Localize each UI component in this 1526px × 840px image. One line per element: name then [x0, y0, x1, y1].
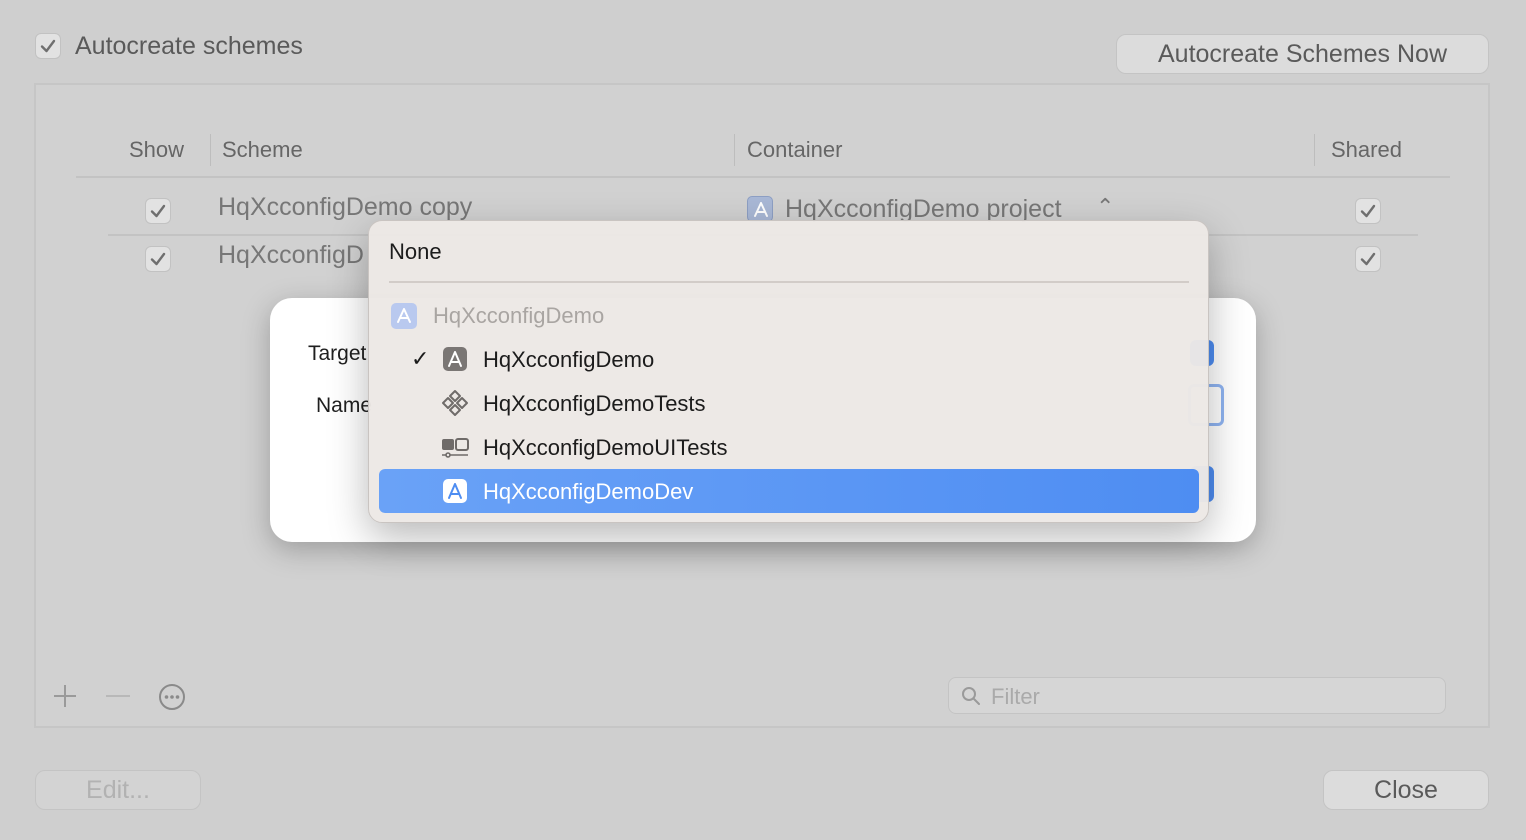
- row-show-checkbox[interactable]: [145, 198, 171, 224]
- search-icon: [962, 687, 980, 705]
- more-options-icon[interactable]: [158, 683, 186, 711]
- target-label: Target: [308, 342, 367, 365]
- add-icon[interactable]: [51, 682, 79, 710]
- column-header-scheme[interactable]: Scheme: [222, 137, 303, 163]
- row-show-checkbox[interactable]: [145, 246, 171, 272]
- project-icon: [747, 196, 773, 222]
- autocreate-label: Autocreate schemes: [75, 32, 303, 60]
- row-shared-checkbox[interactable]: [1355, 198, 1381, 224]
- menu-item-label: HqXcconfigDemo: [483, 347, 655, 372]
- app-target-icon: [441, 477, 469, 505]
- remove-icon[interactable]: [104, 682, 132, 710]
- filter-placeholder: Filter: [991, 684, 1040, 709]
- filter-field[interactable]: Filter: [948, 677, 1446, 714]
- menu-item-label: HqXcconfigDemoTests: [483, 391, 706, 416]
- column-separator: [734, 134, 735, 166]
- row-scheme-name[interactable]: HqXcconfigDemo copy: [218, 193, 472, 222]
- column-header-container[interactable]: Container: [747, 137, 842, 163]
- autocreate-now-button[interactable]: Autocreate Schemes Now: [1116, 34, 1489, 74]
- checkmark-icon: [1360, 204, 1376, 218]
- autocreate-checkbox[interactable]: [35, 33, 61, 59]
- row-scheme-name[interactable]: HqXcconfigD: [218, 241, 364, 270]
- checkmark-icon: [150, 252, 166, 266]
- close-button[interactable]: Close: [1323, 770, 1489, 810]
- menu-item-hqxcconfigdemodev[interactable]: HqXcconfigDemoDev: [379, 469, 1199, 513]
- target-popup-menu: None HqXcconfigDemo ✓ HqXcconfigDemo HqX…: [368, 220, 1209, 523]
- checkmark-icon: [1360, 252, 1376, 266]
- column-separator: [1314, 134, 1315, 166]
- menu-separator: [389, 281, 1189, 283]
- row-shared-checkbox[interactable]: [1355, 246, 1381, 272]
- menu-item-hqxcconfigdemotests[interactable]: HqXcconfigDemoTests: [379, 381, 1199, 425]
- app-target-icon: [441, 345, 469, 373]
- checkmark-icon: ✓: [411, 346, 430, 371]
- checkmark-icon: [40, 39, 56, 53]
- project-group-icon: [391, 303, 417, 329]
- ui-test-icon: [441, 433, 469, 461]
- menu-item-none[interactable]: None: [389, 239, 442, 265]
- menu-item-hqxcconfigdemouitests[interactable]: HqXcconfigDemoUITests: [379, 425, 1199, 469]
- column-separator: [210, 134, 211, 166]
- menu-item-label: HqXcconfigDemoUITests: [483, 435, 728, 460]
- name-label: Name: [316, 394, 373, 417]
- edit-button[interactable]: Edit...: [35, 770, 201, 810]
- menu-item-label: HqXcconfigDemoDev: [483, 479, 694, 504]
- menu-item-hqxcconfigdemo[interactable]: ✓ HqXcconfigDemo: [379, 337, 1199, 381]
- menu-group-header: HqXcconfigDemo: [433, 303, 605, 328]
- unit-test-icon: [441, 389, 469, 417]
- container-popup-chevrons-icon[interactable]: ⌃: [1096, 194, 1114, 220]
- column-header-shared[interactable]: Shared: [1331, 137, 1402, 163]
- column-header-show[interactable]: Show: [129, 137, 184, 163]
- header-divider: [76, 176, 1450, 178]
- checkmark-icon: [150, 204, 166, 218]
